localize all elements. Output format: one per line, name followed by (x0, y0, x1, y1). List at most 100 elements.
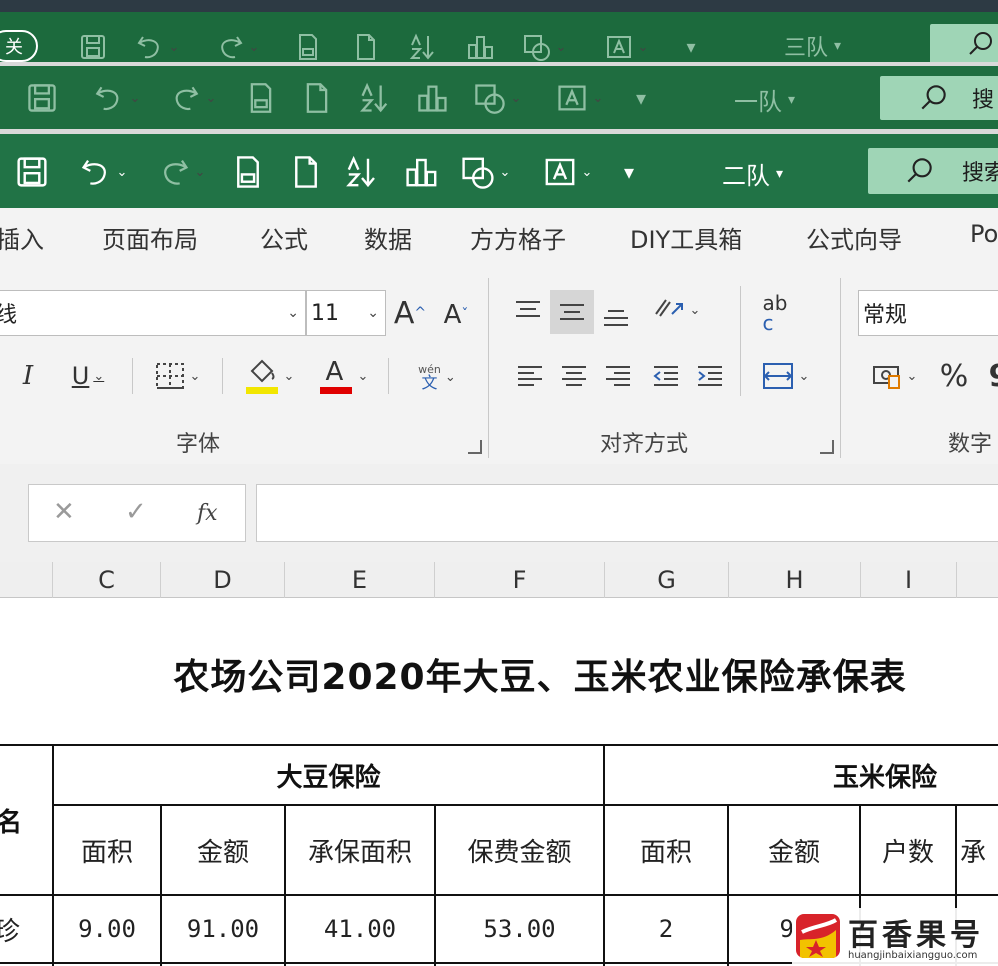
column-header-e[interactable]: E (284, 562, 434, 598)
soy-amount-cell[interactable]: 91.00 (162, 896, 284, 962)
search-box-2[interactable]: 搜索 (868, 148, 998, 194)
customize-toolbar-icon[interactable]: ▾ (676, 32, 706, 62)
tab-data[interactable]: 数据 (364, 220, 412, 255)
tab-power[interactable]: Po (970, 220, 998, 248)
currency-format-button[interactable]: ⌄ (860, 356, 928, 396)
redo-icon[interactable]: ⌄ (150, 152, 212, 192)
corn-amount-header[interactable]: 金额 (729, 806, 859, 894)
align-bottom-button[interactable] (596, 294, 636, 334)
save-icon[interactable] (24, 80, 60, 116)
team-switch-1[interactable]: 一队 ▾ (734, 82, 795, 117)
underline-button[interactable]: U ⌄ (56, 356, 120, 396)
number-format-select[interactable]: 常规 (858, 290, 998, 336)
column-header-next[interactable] (956, 562, 998, 598)
align-left-button[interactable] (510, 356, 550, 396)
new-file-icon[interactable] (350, 32, 382, 62)
redo-icon[interactable]: ⌄ (162, 80, 222, 116)
cancel-icon[interactable]: ✕ (53, 497, 75, 527)
column-header-g[interactable]: G (604, 562, 728, 598)
font-size-select[interactable]: 11 ⌄ (306, 290, 386, 336)
corn-insurance-header[interactable]: 玉米保险 (605, 746, 998, 804)
soy-area-cell[interactable]: 9.00 (54, 896, 160, 962)
wrap-text-button[interactable]: ab c (752, 288, 798, 338)
search-box-3[interactable] (930, 24, 998, 64)
column-header-f[interactable]: F (434, 562, 604, 598)
column-header-h[interactable]: H (728, 562, 860, 598)
alignment-dialog-launcher[interactable] (820, 440, 834, 454)
customize-toolbar-icon[interactable]: ▾ (614, 152, 644, 192)
font-name-select[interactable]: 线 ⌄ (0, 290, 306, 336)
soy-insured-area-cell[interactable]: 41.00 (286, 896, 434, 962)
font-color-button[interactable]: A ⌄ (308, 354, 378, 398)
soy-premium-header[interactable]: 保费金额 (436, 806, 603, 894)
tab-diy-toolbox[interactable]: DIY工具箱 (630, 220, 742, 255)
corn-area-cell[interactable]: 2 (605, 896, 727, 962)
increase-indent-button[interactable] (690, 356, 730, 396)
autosave-toggle[interactable]: 关 (0, 30, 38, 62)
print-preview-icon[interactable] (244, 80, 278, 116)
textbox-icon[interactable]: ⌄ (532, 152, 602, 192)
undo-icon[interactable]: ⌄ (86, 80, 146, 116)
undo-icon[interactable]: ⌄ (132, 32, 182, 62)
team-switch-2[interactable]: 二队 ▾ (722, 156, 783, 191)
insert-function-icon[interactable]: fx (197, 501, 218, 526)
column-header-d[interactable]: D (160, 562, 284, 598)
phonetic-guide-button[interactable]: wén 文 ⌄ (404, 356, 470, 398)
corn-area-header[interactable]: 面积 (605, 806, 727, 894)
soy-premium-cell[interactable]: 53.00 (436, 896, 603, 962)
shapes-icon[interactable]: ⌄ (514, 32, 574, 62)
align-middle-button[interactable] (550, 290, 594, 334)
chart-icon[interactable] (414, 80, 452, 116)
customize-toolbar-icon[interactable]: ▾ (626, 80, 656, 116)
merge-center-button[interactable]: ⌄ (750, 356, 820, 396)
redo-icon[interactable]: ⌄ (212, 32, 262, 62)
shapes-icon[interactable]: ⌄ (450, 152, 520, 192)
row-name-cell[interactable]: 珍 (0, 896, 22, 962)
tab-fangfang-gezi[interactable]: 方方格子 (470, 220, 566, 255)
search-box-1[interactable]: 搜 (880, 76, 998, 120)
comma-style-button[interactable]: 9 (984, 356, 998, 396)
tab-page-layout[interactable]: 页面布局 (102, 220, 198, 255)
soy-insured-area-header[interactable]: 承保面积 (286, 806, 434, 894)
borders-button[interactable]: ⌄ (144, 356, 210, 396)
sort-icon[interactable] (342, 152, 382, 192)
shrink-font-button[interactable]: Aˇ (438, 294, 474, 336)
tab-formula-wizard[interactable]: 公式向导 (806, 220, 902, 255)
chart-icon[interactable] (402, 152, 442, 192)
font-dialog-launcher[interactable] (468, 440, 482, 454)
tab-formulas[interactable]: 公式 (260, 220, 308, 255)
save-icon[interactable] (12, 152, 52, 192)
orientation-button[interactable]: ⌄ (644, 288, 708, 332)
column-header-prev[interactable] (0, 562, 52, 598)
chart-icon[interactable] (464, 32, 498, 62)
tab-insert[interactable]: 插入 (0, 220, 44, 255)
percent-style-button[interactable]: % (934, 356, 974, 396)
align-center-button[interactable] (554, 356, 594, 396)
formula-input[interactable] (256, 484, 998, 542)
fill-color-button[interactable]: ⌄ (236, 354, 302, 398)
soy-amount-header[interactable]: 金额 (162, 806, 284, 894)
shapes-icon[interactable]: ⌄ (464, 80, 530, 116)
textbox-icon[interactable]: ⌄ (546, 80, 612, 116)
print-preview-icon[interactable] (230, 152, 266, 192)
sort-icon[interactable] (356, 80, 394, 116)
team-switch-3[interactable]: 三队 ▾ (784, 30, 841, 62)
corn-households-header[interactable]: 户数 (861, 806, 955, 894)
enter-icon[interactable]: ✓ (125, 497, 147, 527)
print-preview-icon[interactable] (292, 32, 324, 62)
textbox-icon[interactable]: ⌄ (596, 32, 656, 62)
sort-icon[interactable] (406, 32, 440, 62)
soy-insurance-header[interactable]: 大豆保险 (54, 746, 603, 804)
align-right-button[interactable] (598, 356, 638, 396)
align-top-button[interactable] (508, 290, 548, 330)
italic-button[interactable]: I (14, 356, 42, 396)
new-file-icon[interactable] (288, 152, 324, 192)
soy-area-header[interactable]: 面积 (54, 806, 160, 894)
name-header-cell[interactable]: 名 (0, 746, 24, 894)
column-header-i[interactable]: I (860, 562, 956, 598)
save-icon[interactable] (76, 32, 110, 62)
new-file-icon[interactable] (300, 80, 334, 116)
grow-font-button[interactable]: A ^ (392, 290, 428, 336)
decrease-indent-button[interactable] (646, 356, 686, 396)
corn-insured-header[interactable]: 承 (960, 806, 998, 894)
